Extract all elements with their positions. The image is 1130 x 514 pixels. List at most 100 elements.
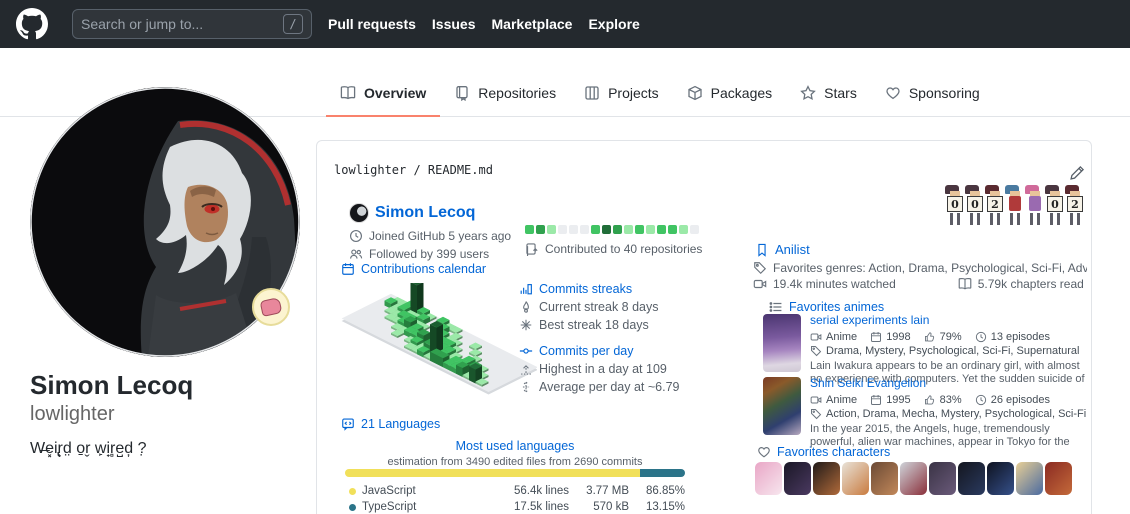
- tab-label: Projects: [608, 85, 659, 101]
- languages-progress-bar: [345, 469, 685, 477]
- github-logo-icon[interactable]: [16, 8, 48, 40]
- character-thumbnail[interactable]: [987, 462, 1014, 495]
- character-thumbnail[interactable]: [929, 462, 956, 495]
- slash-key-hint: /: [283, 14, 303, 34]
- contribution-square: [679, 225, 688, 234]
- anime-thumbnail[interactable]: [763, 314, 801, 372]
- pixel-figure: 2: [985, 185, 1005, 225]
- nav-link-explore[interactable]: Explore: [588, 16, 639, 32]
- anilist-section-title: Anilist: [755, 242, 810, 257]
- profile-avatar[interactable]: [30, 87, 300, 357]
- character-thumbnail[interactable]: [900, 462, 927, 495]
- language-dot: [349, 504, 356, 511]
- pixel-figure: [1005, 185, 1025, 225]
- contribution-square: [602, 225, 611, 234]
- edit-pencil-icon[interactable]: [1069, 165, 1085, 181]
- thumbs-up-icon: [924, 394, 936, 406]
- anilist-genres-text: Favorites genres: Action, Drama, Psychol…: [773, 261, 1087, 275]
- camera-icon: [810, 394, 822, 406]
- contribution-square: [668, 225, 677, 234]
- character-thumbnail[interactable]: [784, 462, 811, 495]
- readme-user-link[interactable]: Simon Lecoq: [375, 204, 475, 222]
- languages-label: 21 Languages: [361, 417, 440, 431]
- pixel-figure: 2: [1065, 185, 1085, 225]
- calendar-icon: [870, 331, 882, 343]
- languages-estimation-text: estimation from 3490 edited files from 2…: [345, 456, 685, 468]
- character-thumbnail[interactable]: [1045, 462, 1072, 495]
- tab-stars[interactable]: Stars: [786, 70, 871, 116]
- contribution-square: [646, 225, 655, 234]
- language-percent: 86.85%: [629, 485, 685, 497]
- pixel-figure-digit: 0: [947, 196, 963, 212]
- nav-link-issues[interactable]: Issues: [432, 16, 476, 32]
- best-streak-text: Best streak 18 days: [539, 318, 649, 332]
- tag-icon: [753, 261, 767, 275]
- contributions-calendar-link[interactable]: Contributions calendar: [341, 262, 486, 276]
- anime-title-link[interactable]: Shin Seiki Evangelion: [810, 376, 926, 390]
- contribution-square: [536, 225, 545, 234]
- languages-link[interactable]: 21 Languages: [341, 417, 440, 431]
- nav-link-marketplace[interactable]: Marketplace: [492, 16, 573, 32]
- character-thumbnail[interactable]: [842, 462, 869, 495]
- tab-packages[interactable]: Packages: [673, 70, 786, 116]
- tab-overview[interactable]: Overview: [326, 70, 440, 116]
- nav-link-pull-requests[interactable]: Pull requests: [328, 16, 416, 32]
- language-lines: 17.5k lines: [489, 501, 569, 513]
- joined-text: Joined GitHub 5 years ago: [369, 229, 511, 243]
- profile-username: lowlighter: [30, 403, 310, 426]
- contributed-repos-text: Contributed to 40 repositories: [545, 242, 702, 256]
- tag-icon: [810, 345, 822, 357]
- contribution-square: [591, 225, 600, 234]
- code-bubble-icon: [341, 417, 355, 431]
- bookmark-icon: [755, 243, 769, 257]
- followers-text: Followed by 399 users: [369, 247, 489, 261]
- pixel-figure: 0: [965, 185, 985, 225]
- profile-bio: W̶e͓i̢r̩d̤ o̱r̬ w̙i̟r̻e̺d̦ ?̣: [30, 440, 310, 458]
- arrow-up-dashed-icon: [519, 362, 533, 376]
- heart-icon: [757, 445, 771, 459]
- character-thumbnail[interactable]: [755, 462, 782, 495]
- anime-title-link[interactable]: serial experiments lain: [810, 313, 929, 327]
- calendar-icon: [341, 262, 355, 276]
- contribution-square: [613, 225, 622, 234]
- commits-streaks-link[interactable]: Commits streaks: [539, 282, 632, 296]
- favorite-characters-row: [755, 462, 1072, 495]
- tab-projects[interactable]: Projects: [570, 70, 673, 116]
- anime-meta: Anime 1998 79% 13 episodes: [810, 331, 1087, 343]
- tab-sponsoring[interactable]: Sponsoring: [871, 70, 994, 116]
- video-icon: [753, 277, 767, 291]
- status-emoji-badge[interactable]: [252, 288, 290, 326]
- favorites-characters-link[interactable]: Favorites characters: [777, 445, 890, 459]
- average-day-text: Average per day at ~6.79: [539, 380, 680, 394]
- top-navbar: Search or jump to... / Pull requests Iss…: [0, 0, 1130, 48]
- language-bar-segment: [345, 469, 640, 477]
- chapters-read-text: 5.79k chapters read: [978, 277, 1084, 291]
- page: Search or jump to... / Pull requests Iss…: [0, 0, 1130, 514]
- search-input[interactable]: Search or jump to... /: [72, 9, 312, 39]
- current-streak-text: Current streak 8 days: [539, 300, 659, 314]
- language-dot: [349, 488, 356, 495]
- clock-icon: [975, 394, 987, 406]
- people-icon: [349, 247, 363, 261]
- book-open-icon: [958, 277, 972, 291]
- navbar-links: Pull requests Issues Marketplace Explore: [328, 16, 640, 32]
- anime-meta: Anime 1995 83% 26 episodes: [810, 394, 1087, 406]
- character-thumbnail[interactable]: [958, 462, 985, 495]
- character-thumbnail[interactable]: [871, 462, 898, 495]
- highest-day-text: Highest in a day at 109: [539, 362, 667, 376]
- anilist-link[interactable]: Anilist: [775, 242, 810, 257]
- anime-thumbnail[interactable]: [763, 377, 801, 435]
- asterisk-icon: [519, 318, 533, 332]
- most-used-languages-link[interactable]: Most used languages: [456, 439, 575, 453]
- character-thumbnail[interactable]: [813, 462, 840, 495]
- character-thumbnail[interactable]: [1016, 462, 1043, 495]
- commit-icon: [519, 344, 533, 358]
- contributions-calendar-label: Contributions calendar: [361, 262, 486, 276]
- language-percent: 13.15%: [629, 501, 685, 513]
- language-row: JavaScript 56.4k lines 3.77 MB 86.85%: [345, 483, 685, 499]
- tab-repositories[interactable]: Repositories: [440, 70, 570, 116]
- commits-per-day-link[interactable]: Commits per day: [539, 344, 633, 358]
- contribution-square: [690, 225, 699, 234]
- pixel-figure: 0: [945, 185, 965, 225]
- readme-user-block: Simon Lecoq Joined GitHub 5 years ago Fo…: [349, 203, 511, 261]
